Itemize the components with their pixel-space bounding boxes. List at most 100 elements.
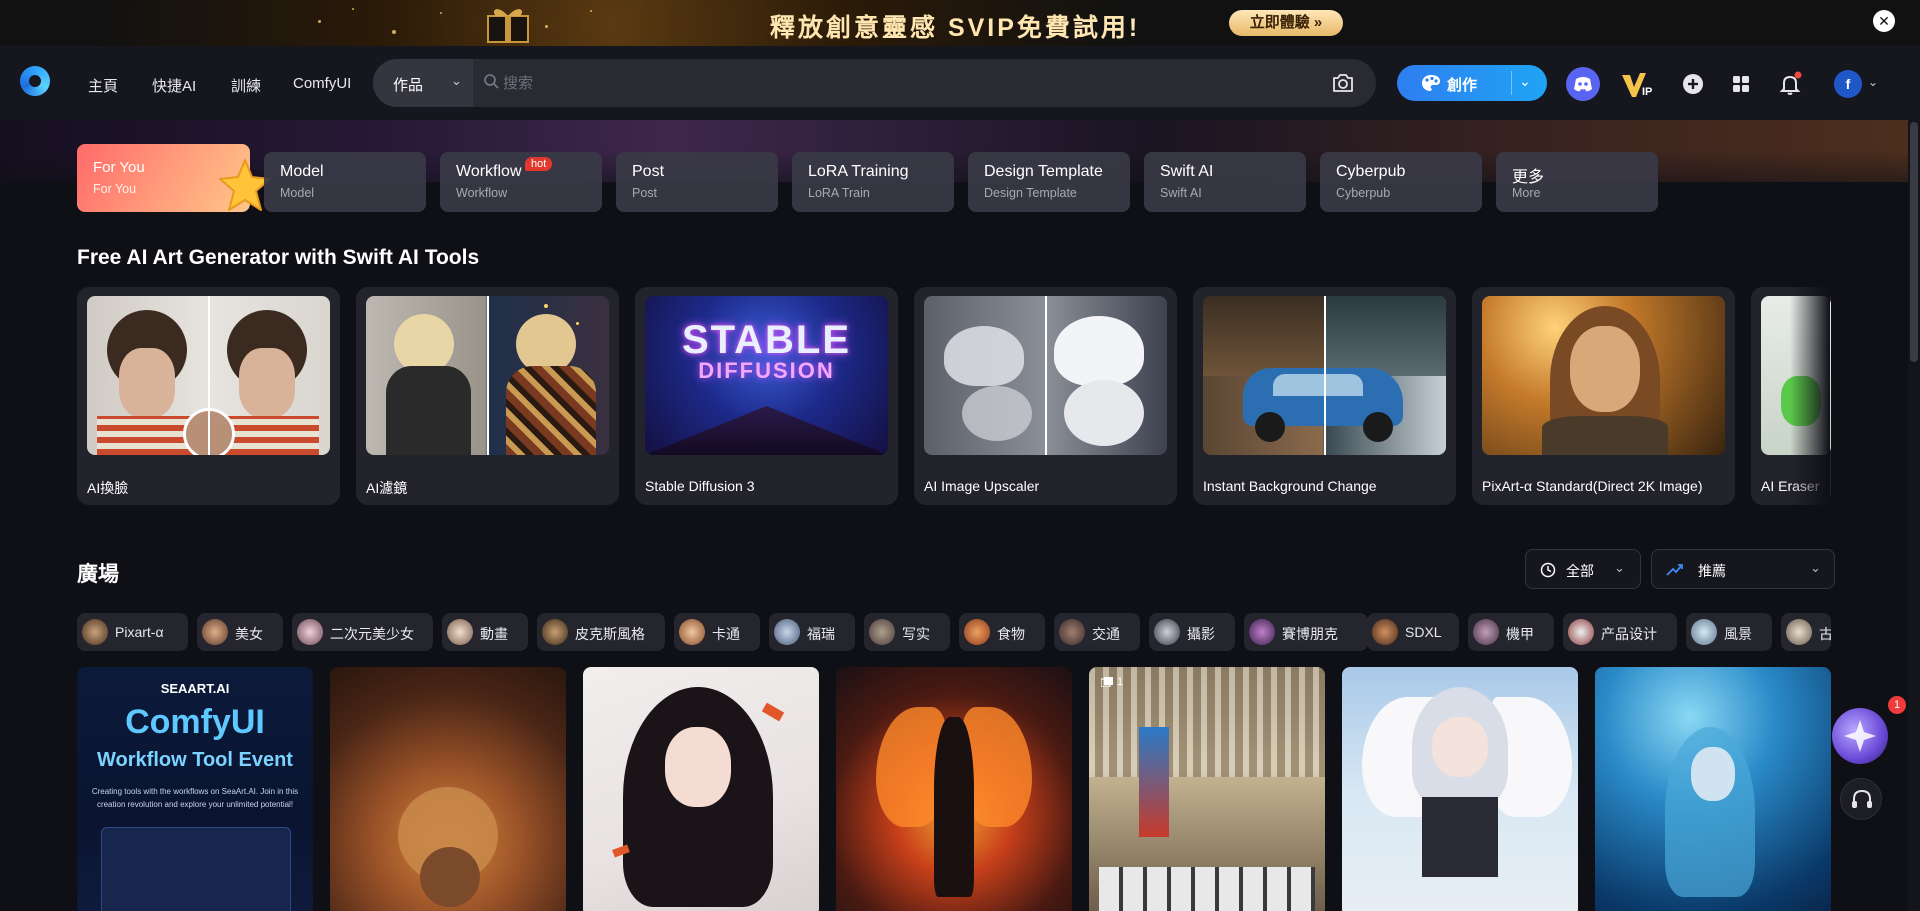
tool-card-face-swap[interactable]: AI換臉 bbox=[77, 287, 340, 505]
add-icon[interactable] bbox=[1676, 67, 1710, 101]
tool-card-background-change[interactable]: Instant Background Change bbox=[1193, 287, 1456, 505]
tag-label: 攝影 bbox=[1187, 626, 1215, 642]
tab-lora-training[interactable]: LoRA Training LoRA Train bbox=[792, 152, 954, 212]
feed-card[interactable]: 1 bbox=[1089, 667, 1325, 911]
tag-thumbnail bbox=[679, 619, 705, 645]
assistant-notification-badge: 1 bbox=[1888, 696, 1906, 714]
feed-card[interactable] bbox=[1342, 667, 1578, 911]
promo-cta-button[interactable]: 立即體驗 » bbox=[1229, 10, 1343, 36]
tab-title: For You bbox=[93, 159, 145, 176]
chevron-down-icon: ⌄ bbox=[1614, 560, 1625, 575]
tab-title: LoRA Training bbox=[808, 163, 909, 180]
tool-thumbnail bbox=[87, 296, 330, 455]
tag-thumbnail bbox=[297, 619, 323, 645]
promo-brand: SEAART.AI bbox=[160, 681, 230, 696]
tab-subtitle: Swift AI bbox=[1160, 186, 1202, 200]
tag-thumbnail bbox=[1154, 619, 1180, 645]
tag-chip[interactable]: 二次元美少女 bbox=[292, 613, 433, 651]
tab-for-you[interactable]: For You For You bbox=[77, 144, 271, 212]
create-button[interactable]: 創作 bbox=[1397, 65, 1511, 101]
tag-label: 食物 bbox=[997, 626, 1025, 642]
tag-thumbnail bbox=[1372, 619, 1398, 645]
tag-chip[interactable]: 攝影 bbox=[1149, 613, 1235, 651]
tag-chip[interactable]: 機甲 bbox=[1468, 613, 1554, 651]
tag-chip[interactable]: Pixart-α bbox=[77, 613, 188, 651]
nav-comfyui[interactable]: ComfyUI bbox=[293, 75, 351, 92]
feed-card[interactable] bbox=[330, 667, 566, 911]
tool-label: Stable Diffusion 3 bbox=[645, 478, 755, 494]
ai-assistant-icon[interactable] bbox=[1832, 708, 1888, 764]
promo-close-button[interactable]: ✕ bbox=[1873, 10, 1895, 32]
headset-support-icon[interactable] bbox=[1840, 778, 1882, 820]
tag-label: 二次元美少女 bbox=[330, 626, 414, 642]
tab-model[interactable]: Model Model bbox=[264, 152, 426, 212]
tool-card-image-upscaler[interactable]: AI Image Upscaler bbox=[914, 287, 1177, 505]
chevron-down-icon: ⌄ bbox=[451, 73, 462, 88]
sd3-title-line1: STABLE bbox=[681, 318, 852, 362]
tag-chip[interactable]: 風景 bbox=[1686, 613, 1772, 651]
compare-divider bbox=[487, 296, 489, 455]
feed-card[interactable] bbox=[836, 667, 1072, 911]
sort-filter-select[interactable]: 推薦 ⌄ bbox=[1651, 549, 1835, 589]
tool-card-pixart-alpha[interactable]: PixArt-α Standard(Direct 2K Image) bbox=[1472, 287, 1735, 505]
tag-chip[interactable]: 卡通 bbox=[674, 613, 760, 651]
scrollbar-thumb[interactable] bbox=[1910, 122, 1918, 362]
feed-card[interactable] bbox=[1595, 667, 1831, 911]
notification-bell-icon[interactable] bbox=[1773, 67, 1807, 101]
tag-thumbnail bbox=[1691, 619, 1717, 645]
tag-chip[interactable]: 動畫 bbox=[442, 613, 528, 651]
tag-thumbnail bbox=[82, 619, 108, 645]
tool-card-stable-diffusion-3[interactable]: STABLE DIFFUSION Stable Diffusion 3 bbox=[635, 287, 898, 505]
promo-text: 釋放創意靈感 SVIP免費試用! bbox=[770, 14, 1141, 42]
tool-thumbnail bbox=[924, 296, 1167, 455]
seaart-logo-icon[interactable] bbox=[20, 66, 50, 96]
tag-chip[interactable]: 皮克斯風格 bbox=[537, 613, 665, 651]
tag-thumbnail bbox=[542, 619, 568, 645]
tab-design-template[interactable]: Design Template Design Template bbox=[968, 152, 1130, 212]
tag-thumbnail bbox=[1059, 619, 1085, 645]
feed-card-promo[interactable]: SEAART.AI ComfyUI Workflow Tool Event Cr… bbox=[77, 667, 313, 911]
tag-chip[interactable]: 食物 bbox=[959, 613, 1045, 651]
tools-section-title: Free AI Art Generator with Swift AI Tool… bbox=[77, 246, 480, 269]
create-button-group: 創作 ⌄ bbox=[1397, 65, 1547, 101]
tag-chip[interactable]: 古 bbox=[1781, 613, 1831, 651]
vip-icon[interactable]: IP bbox=[1620, 67, 1654, 101]
tool-card-ai-filter[interactable]: AI濾鏡 bbox=[356, 287, 619, 505]
user-avatar[interactable]: f bbox=[1834, 70, 1862, 98]
discord-icon[interactable] bbox=[1566, 67, 1600, 101]
tag-chip[interactable]: 美女 bbox=[197, 613, 283, 651]
apps-grid-icon[interactable] bbox=[1724, 67, 1758, 101]
camera-icon[interactable] bbox=[1331, 72, 1355, 94]
tag-thumbnail bbox=[774, 619, 800, 645]
tool-thumbnail bbox=[1482, 296, 1725, 455]
tab-workflow[interactable]: Workflow Workflow bbox=[440, 152, 602, 212]
search-scope-select[interactable]: 作品 ⌄ bbox=[373, 59, 473, 107]
tag-chip[interactable]: 福瑞 bbox=[769, 613, 855, 651]
trending-up-icon bbox=[1666, 564, 1683, 576]
tag-chip[interactable]: 写实 bbox=[864, 613, 950, 651]
tab-cyberpub[interactable]: Cyberpub Cyberpub bbox=[1320, 152, 1482, 212]
page-root: 釋放創意靈感 SVIP免費試用! 立即體驗 » ✕ 主頁 快捷AI 訓練 Com… bbox=[0, 0, 1920, 911]
promo-banner[interactable]: 釋放創意靈感 SVIP免費試用! 立即體驗 » ✕ bbox=[0, 0, 1920, 46]
tab-more[interactable]: 更多 More bbox=[1496, 152, 1658, 212]
tab-title: Cyberpub bbox=[1336, 163, 1406, 180]
tab-post[interactable]: Post Post bbox=[616, 152, 778, 212]
account-chevron-down-icon[interactable]: ⌄ bbox=[1868, 75, 1878, 89]
compare-divider bbox=[208, 296, 210, 455]
time-filter-select[interactable]: 全部 ⌄ bbox=[1525, 549, 1641, 589]
search-bar: 作品 ⌄ bbox=[373, 59, 1376, 107]
create-dropdown-chevron-icon[interactable]: ⌄ bbox=[1519, 73, 1531, 90]
tag-chip[interactable]: 賽博朋克 bbox=[1244, 613, 1368, 651]
search-input[interactable] bbox=[503, 71, 1283, 95]
nav-home[interactable]: 主頁 bbox=[88, 75, 118, 96]
tab-swift-ai[interactable]: Swift AI Swift AI bbox=[1144, 152, 1306, 212]
tag-label: SDXL bbox=[1405, 624, 1442, 640]
tag-thumbnail bbox=[202, 619, 228, 645]
tag-chip[interactable]: SDXL bbox=[1367, 613, 1459, 651]
nav-training[interactable]: 訓練 bbox=[231, 75, 261, 96]
tag-label: 福瑞 bbox=[807, 626, 835, 642]
feed-card[interactable] bbox=[583, 667, 819, 911]
nav-quick-ai[interactable]: 快捷AI bbox=[152, 75, 196, 96]
tag-chip[interactable]: 产品设计 bbox=[1563, 613, 1677, 651]
tag-chip[interactable]: 交通 bbox=[1054, 613, 1140, 651]
